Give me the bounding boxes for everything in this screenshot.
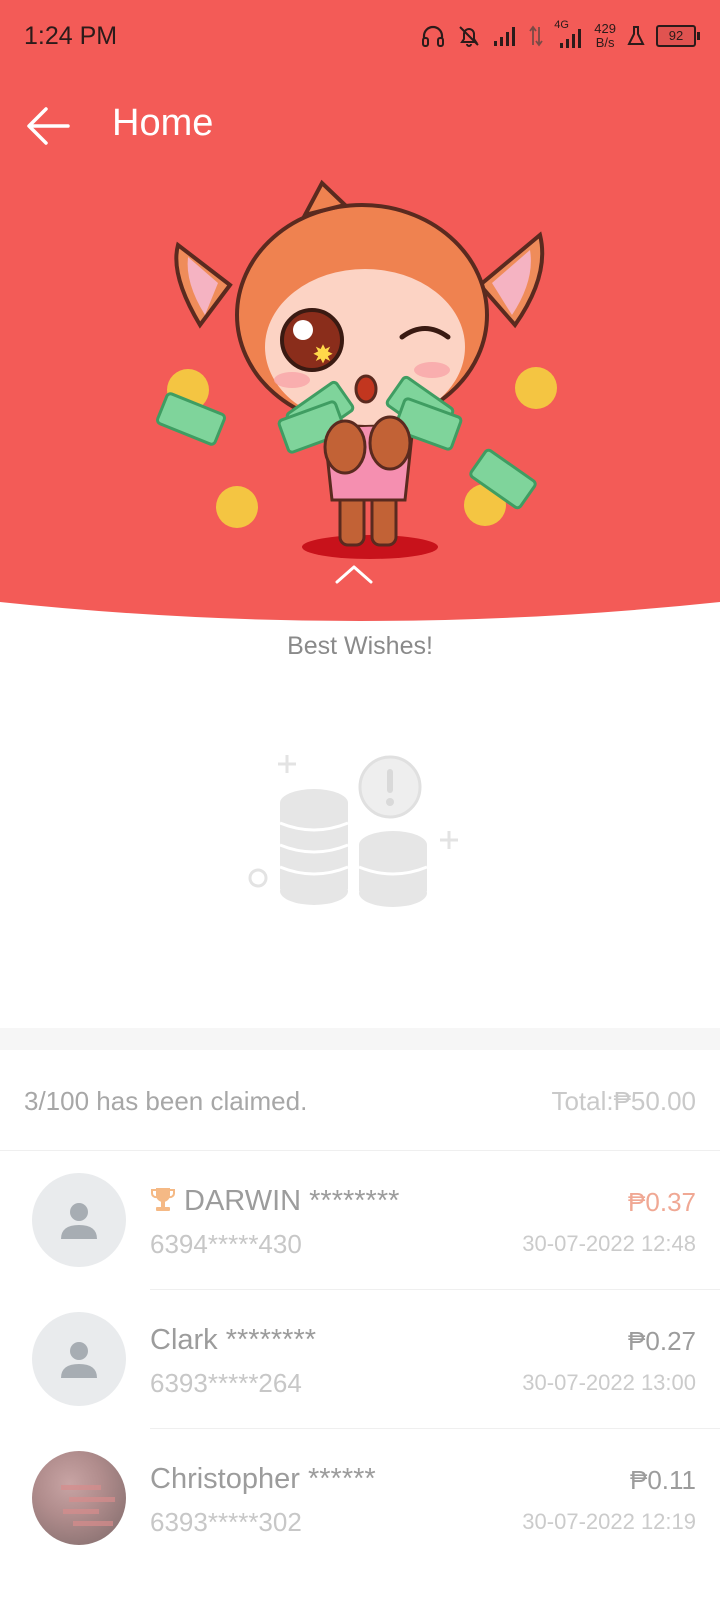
claimer-name: Christopher ****** [150, 1463, 376, 1495]
battery-icon: 92 [656, 25, 700, 47]
mascot-illustration [155, 179, 557, 559]
trophy-icon [151, 1188, 175, 1211]
total-amount: Total:₱50.00 [551, 1086, 696, 1116]
claim-datetime: 30-07-2022 12:48 [522, 1231, 696, 1256]
speed-indicator: 429 B/s [594, 22, 616, 50]
claim-amount: ₱0.37 [628, 1187, 696, 1217]
claim-row: DARWIN ******** 6394*****430 ₱0.37 30-07… [0, 1151, 720, 1290]
claim-amount: ₱0.27 [628, 1326, 696, 1356]
claimer-phone: 6393*****264 [150, 1368, 302, 1398]
claimer-name-text: DARWIN ******** [184, 1185, 400, 1217]
best-wishes-message: Best Wishes! [287, 632, 433, 660]
coin-icon [515, 367, 557, 409]
claim-row: Christopher ****** 6393*****302 ₱0.11 30… [0, 1429, 720, 1568]
page-title: Home [112, 102, 214, 144]
header-banner: 1:24 PM 4G 429 B/s 92 Home [0, 0, 720, 640]
mascot-shadow [302, 535, 438, 559]
flask-icon [627, 26, 645, 45]
data-arrows-icon [529, 25, 544, 47]
bell-off-icon [459, 26, 480, 47]
status-time: 1:24 PM [24, 22, 118, 50]
claimer-phone: 6394*****430 [150, 1229, 302, 1259]
claimed-count: 3/100 has been claimed. [24, 1086, 308, 1116]
claim-datetime: 30-07-2022 12:19 [522, 1509, 696, 1534]
coins-warning-illustration [248, 755, 458, 907]
default-avatar-icon [32, 1312, 126, 1406]
claimer-name: Clark ******** [150, 1324, 317, 1356]
chevron-up-icon[interactable] [334, 562, 374, 586]
claim-datetime: 30-07-2022 13:00 [522, 1370, 696, 1395]
claim-row: Clark ******** 6393*****264 ₱0.27 30-07-… [0, 1290, 720, 1429]
status-icons: 4G 429 B/s 92 [420, 16, 700, 56]
coin-icon [216, 486, 258, 528]
speed-value: 429 [594, 21, 616, 36]
back-arrow-icon[interactable] [24, 104, 72, 148]
default-avatar-icon [32, 1173, 126, 1267]
banknote-icon [155, 392, 227, 446]
claimer-name: DARWIN ******** [150, 1185, 399, 1218]
signal-icon [494, 27, 516, 46]
status-bar: 1:24 PM 4G 429 B/s 92 [0, 0, 720, 72]
claimer-phone: 6393*****302 [150, 1507, 302, 1537]
user-photo-avatar [32, 1451, 126, 1545]
claim-amount: ₱0.11 [629, 1465, 696, 1495]
speed-unit: B/s [595, 35, 615, 50]
headset-icon [422, 25, 445, 47]
signal-4g-icon: 4G [554, 19, 584, 51]
section-divider [0, 1028, 720, 1050]
